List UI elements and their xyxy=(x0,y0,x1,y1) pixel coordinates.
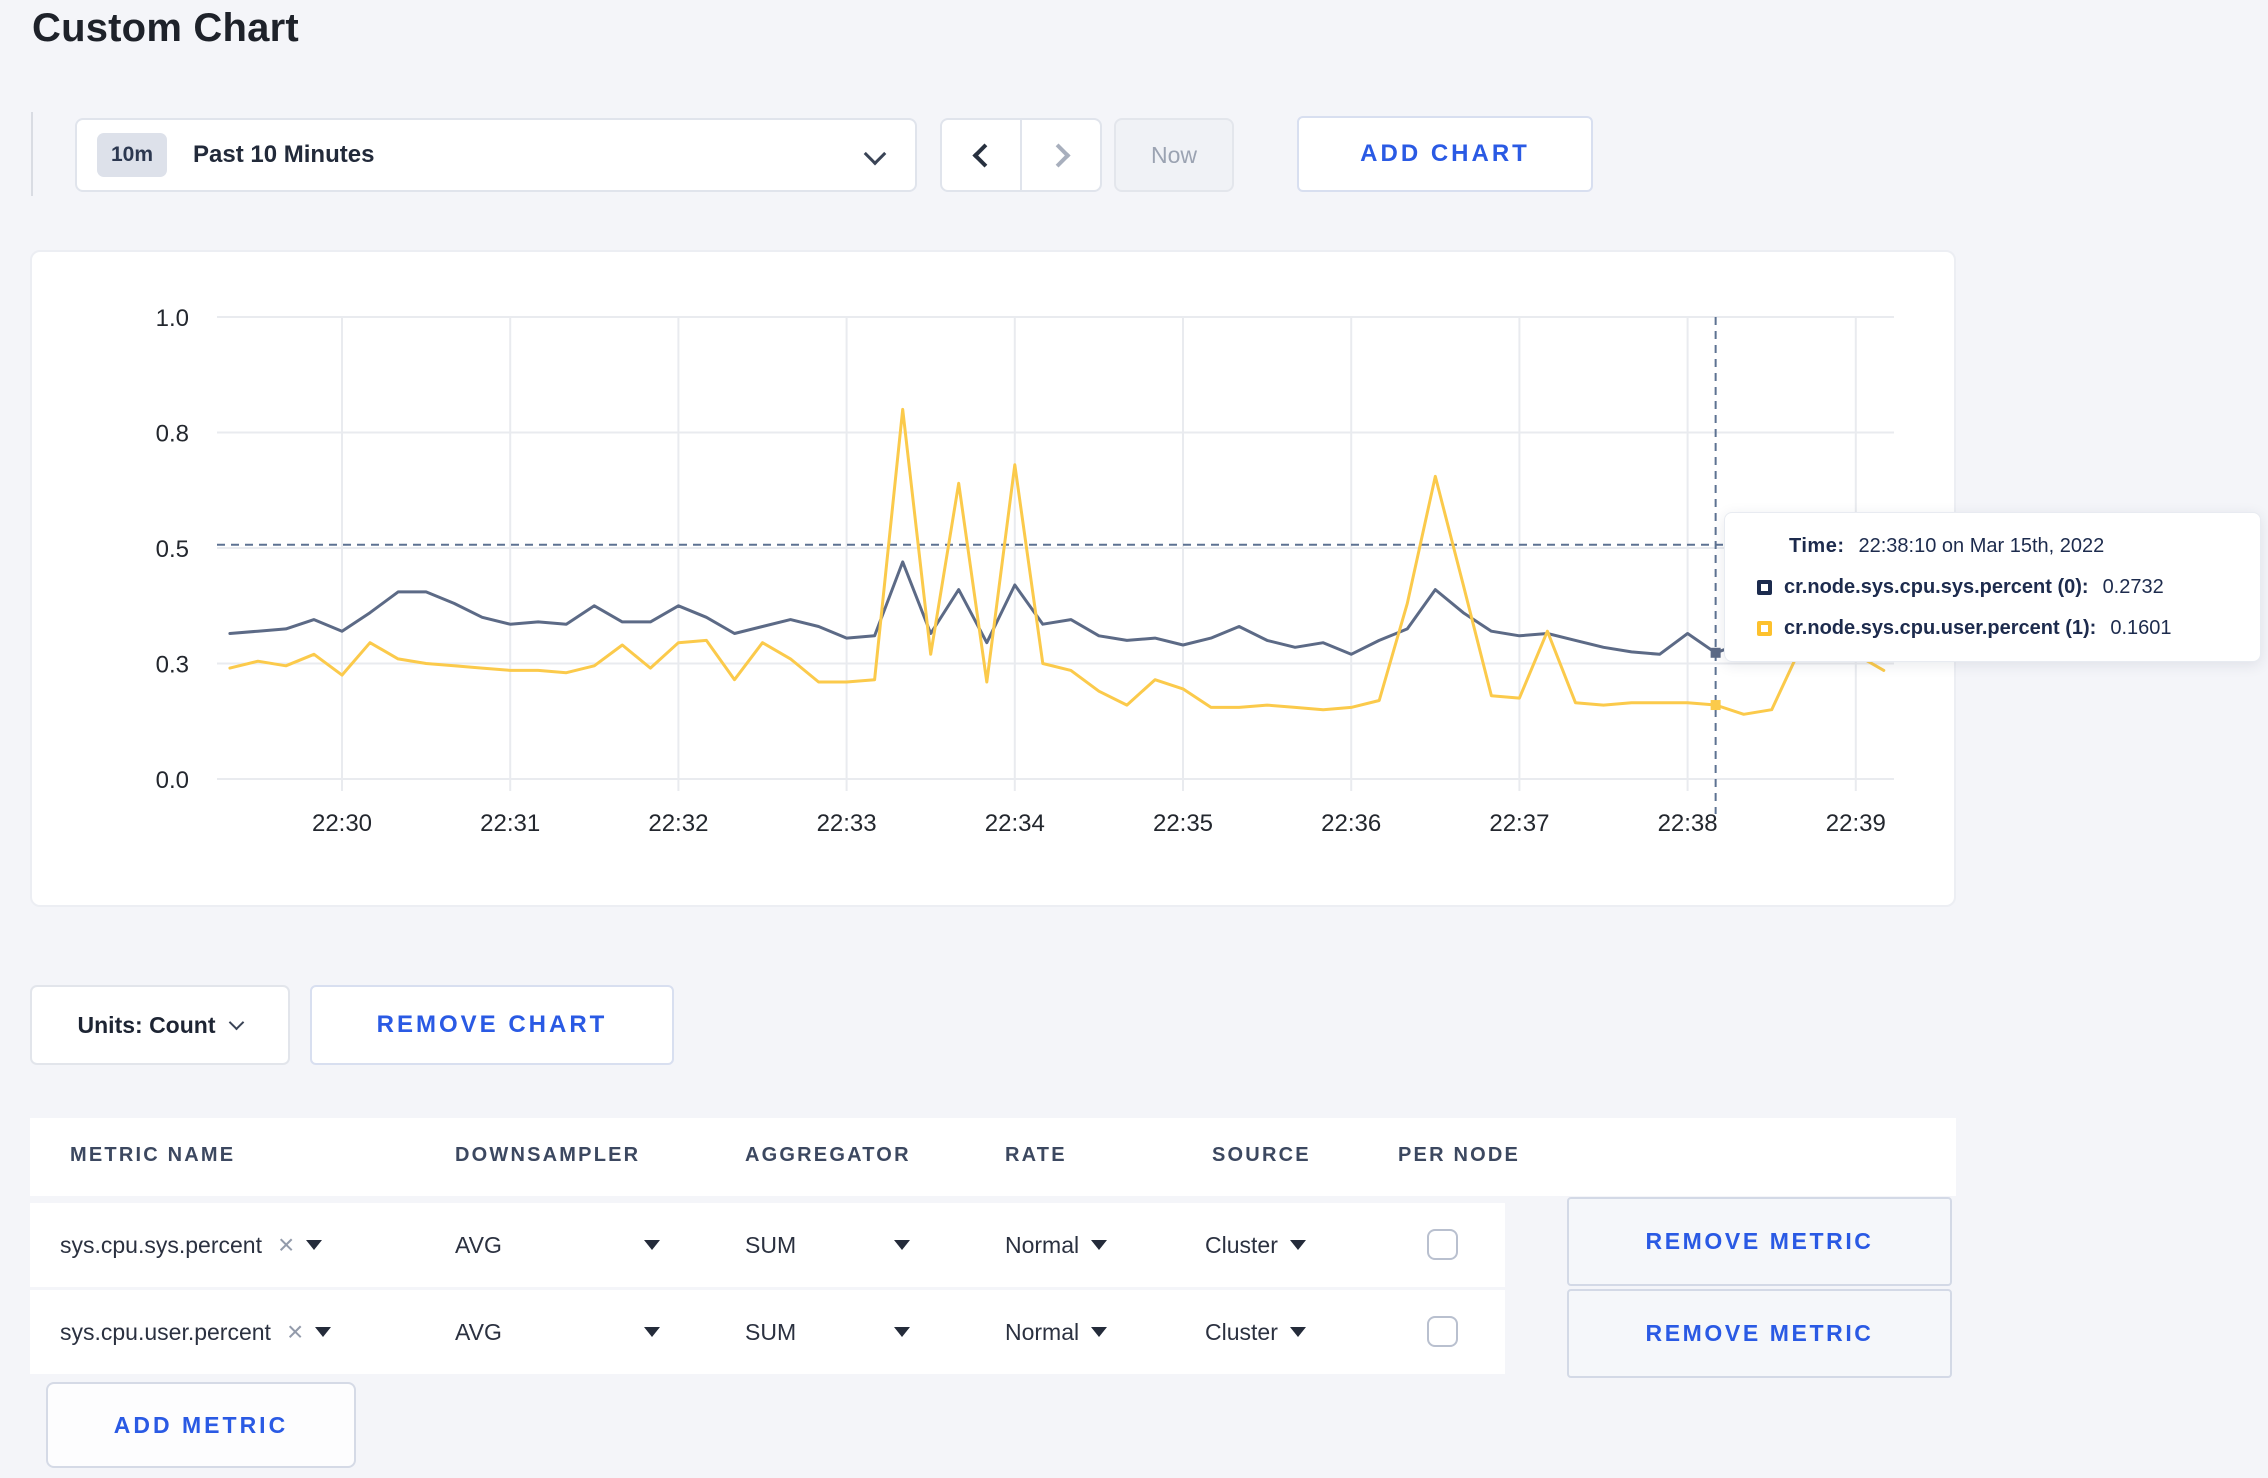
metric-name-value: sys.cpu.sys.percent xyxy=(60,1231,262,1258)
source-value: Cluster xyxy=(1205,1231,1278,1258)
rate-select[interactable]: Normal xyxy=(1005,1203,1108,1287)
aggregator-select[interactable]: SUM xyxy=(745,1290,910,1374)
series-swatch-icon xyxy=(1757,621,1772,636)
table-row: sys.cpu.sys.percent × AVG SUM Normal Cluster xyxy=(30,1203,1505,1287)
aggregator-value: SUM xyxy=(745,1231,797,1258)
chart-panel: 0.0 0.3 0.5 0.8 1.0 22:30 22:31 22:32 22:33 22:34… xyxy=(30,250,1956,907)
series-line xyxy=(228,560,1886,656)
chart-tooltip: Time: 22:38:10 on Mar 15th, 2022 cr.node.… xyxy=(1724,512,2261,662)
tooltip-series-name: cr.node.sys.cpu.user.percent (1): xyxy=(1784,617,2097,639)
tooltip-time-label: Time: xyxy=(1789,535,1845,557)
time-range-label: Past 10 Minutes xyxy=(193,141,375,168)
remove-metric-button[interactable]: REMOVE METRIC xyxy=(1567,1289,1952,1378)
dropdown-caret-icon xyxy=(894,1240,910,1250)
hover-point-marker xyxy=(1710,700,1721,711)
units-label: Units: Count xyxy=(77,1011,216,1038)
col-aggregator: AGGREGATOR xyxy=(745,1144,911,1166)
add-chart-button[interactable]: ADD CHART xyxy=(1297,116,1593,192)
tooltip-series-value: 0.1601 xyxy=(2110,617,2172,639)
dropdown-caret-icon xyxy=(1091,1240,1108,1250)
col-downsampler: DOWNSAMPLER xyxy=(455,1144,641,1166)
remove-chart-button[interactable]: REMOVE CHART xyxy=(310,985,674,1065)
remove-metric-button[interactable]: REMOVE METRIC xyxy=(1567,1197,1952,1286)
x-axis-tick-label: 22:30 xyxy=(312,810,372,837)
chevron-down-icon xyxy=(863,142,887,166)
now-button[interactable]: Now xyxy=(1114,118,1234,192)
aggregator-value: SUM xyxy=(745,1318,797,1345)
x-axis-tick-label: 22:37 xyxy=(1489,810,1549,837)
y-axis-tick-label: 0.3 xyxy=(156,652,189,679)
tooltip-series-name: cr.node.sys.cpu.sys.percent (0): xyxy=(1784,576,2089,598)
hover-point-marker xyxy=(1710,647,1721,658)
per-node-checkbox[interactable] xyxy=(1427,1229,1458,1260)
y-axis-tick-label: 1.0 xyxy=(156,305,189,332)
x-axis-tick-label: 22:36 xyxy=(1321,810,1381,837)
downsampler-select[interactable]: AVG xyxy=(455,1290,660,1374)
page-title: Custom Chart xyxy=(32,6,299,50)
clear-metric-icon[interactable]: × xyxy=(287,1316,303,1348)
time-nav-group xyxy=(940,118,1102,192)
y-axis-tick-label: 0.8 xyxy=(156,421,189,448)
downsampler-select[interactable]: AVG xyxy=(455,1203,660,1287)
dropdown-caret-icon xyxy=(315,1327,332,1337)
downsampler-value: AVG xyxy=(455,1231,502,1258)
line-chart[interactable]: 0.0 0.3 0.5 0.8 1.0 22:30 22:31 22:32 22:33 22:34… xyxy=(32,252,1958,909)
series-line xyxy=(228,407,1886,716)
dropdown-caret-icon xyxy=(644,1327,660,1337)
x-axis-tick-label: 22:35 xyxy=(1153,810,1213,837)
dropdown-caret-icon xyxy=(1091,1327,1108,1337)
col-rate: RATE xyxy=(1005,1144,1067,1166)
aggregator-select[interactable]: SUM xyxy=(745,1203,910,1287)
source-value: Cluster xyxy=(1205,1318,1278,1345)
dropdown-caret-icon xyxy=(306,1240,323,1250)
clear-metric-icon[interactable]: × xyxy=(278,1229,294,1261)
tooltip-series-row: cr.node.sys.cpu.user.percent (1): 0.1601 xyxy=(1725,617,2260,640)
rate-value: Normal xyxy=(1005,1318,1080,1345)
table-row: sys.cpu.user.percent × AVG SUM Normal Cluster xyxy=(30,1290,1505,1374)
chevron-right-icon xyxy=(1045,142,1071,168)
col-per-node: PER NODE xyxy=(1398,1144,1521,1166)
dropdown-caret-icon xyxy=(894,1327,910,1337)
per-node-checkbox[interactable] xyxy=(1427,1316,1458,1347)
next-range-button[interactable] xyxy=(1021,118,1102,192)
x-axis-tick-label: 22:39 xyxy=(1826,810,1886,837)
tooltip-time-value: 22:38:10 on Mar 15th, 2022 xyxy=(1858,535,2105,557)
tooltip-time: Time: 22:38:10 on Mar 15th, 2022 xyxy=(1725,535,2260,558)
units-dropdown[interactable]: Units: Count xyxy=(30,985,290,1065)
add-metric-button[interactable]: ADD METRIC xyxy=(46,1382,356,1468)
chevron-down-icon xyxy=(229,1014,245,1030)
metric-name-value: sys.cpu.user.percent xyxy=(60,1318,271,1345)
tooltip-series-row: cr.node.sys.cpu.sys.percent (0): 0.2732 xyxy=(1725,576,2260,599)
x-axis-tick-label: 22:31 xyxy=(480,810,540,837)
prev-range-button[interactable] xyxy=(940,118,1021,192)
series-swatch-icon xyxy=(1757,580,1772,595)
chevron-left-icon xyxy=(971,142,997,168)
x-axis-tick-label: 22:38 xyxy=(1658,810,1718,837)
source-select[interactable]: Cluster xyxy=(1205,1203,1306,1287)
time-range-dropdown[interactable]: 10m Past 10 Minutes xyxy=(75,118,917,192)
toolbar-divider xyxy=(31,112,33,196)
x-axis-tick-label: 22:33 xyxy=(817,810,877,837)
col-metric-name: METRIC NAME xyxy=(70,1144,236,1166)
metric-name-dropdown[interactable]: sys.cpu.sys.percent × xyxy=(60,1203,323,1287)
x-axis-tick-label: 22:34 xyxy=(985,810,1045,837)
y-axis-tick-label: 0.0 xyxy=(156,767,189,794)
dropdown-caret-icon xyxy=(1289,1240,1306,1250)
rate-value: Normal xyxy=(1005,1231,1080,1258)
y-axis-tick-label: 0.5 xyxy=(156,536,189,563)
source-select[interactable]: Cluster xyxy=(1205,1290,1306,1374)
metric-name-dropdown[interactable]: sys.cpu.user.percent × xyxy=(60,1290,332,1374)
tooltip-series-value: 0.2732 xyxy=(2102,576,2164,598)
dropdown-caret-icon xyxy=(644,1240,660,1250)
metrics-table-header: METRIC NAME DOWNSAMPLER AGGREGATOR RATE … xyxy=(30,1118,1956,1196)
col-source: SOURCE xyxy=(1212,1144,1311,1166)
rate-select[interactable]: Normal xyxy=(1005,1290,1108,1374)
downsampler-value: AVG xyxy=(455,1318,502,1345)
dropdown-caret-icon xyxy=(1289,1327,1306,1337)
x-axis-tick-label: 22:32 xyxy=(648,810,708,837)
time-range-badge: 10m xyxy=(97,133,168,177)
